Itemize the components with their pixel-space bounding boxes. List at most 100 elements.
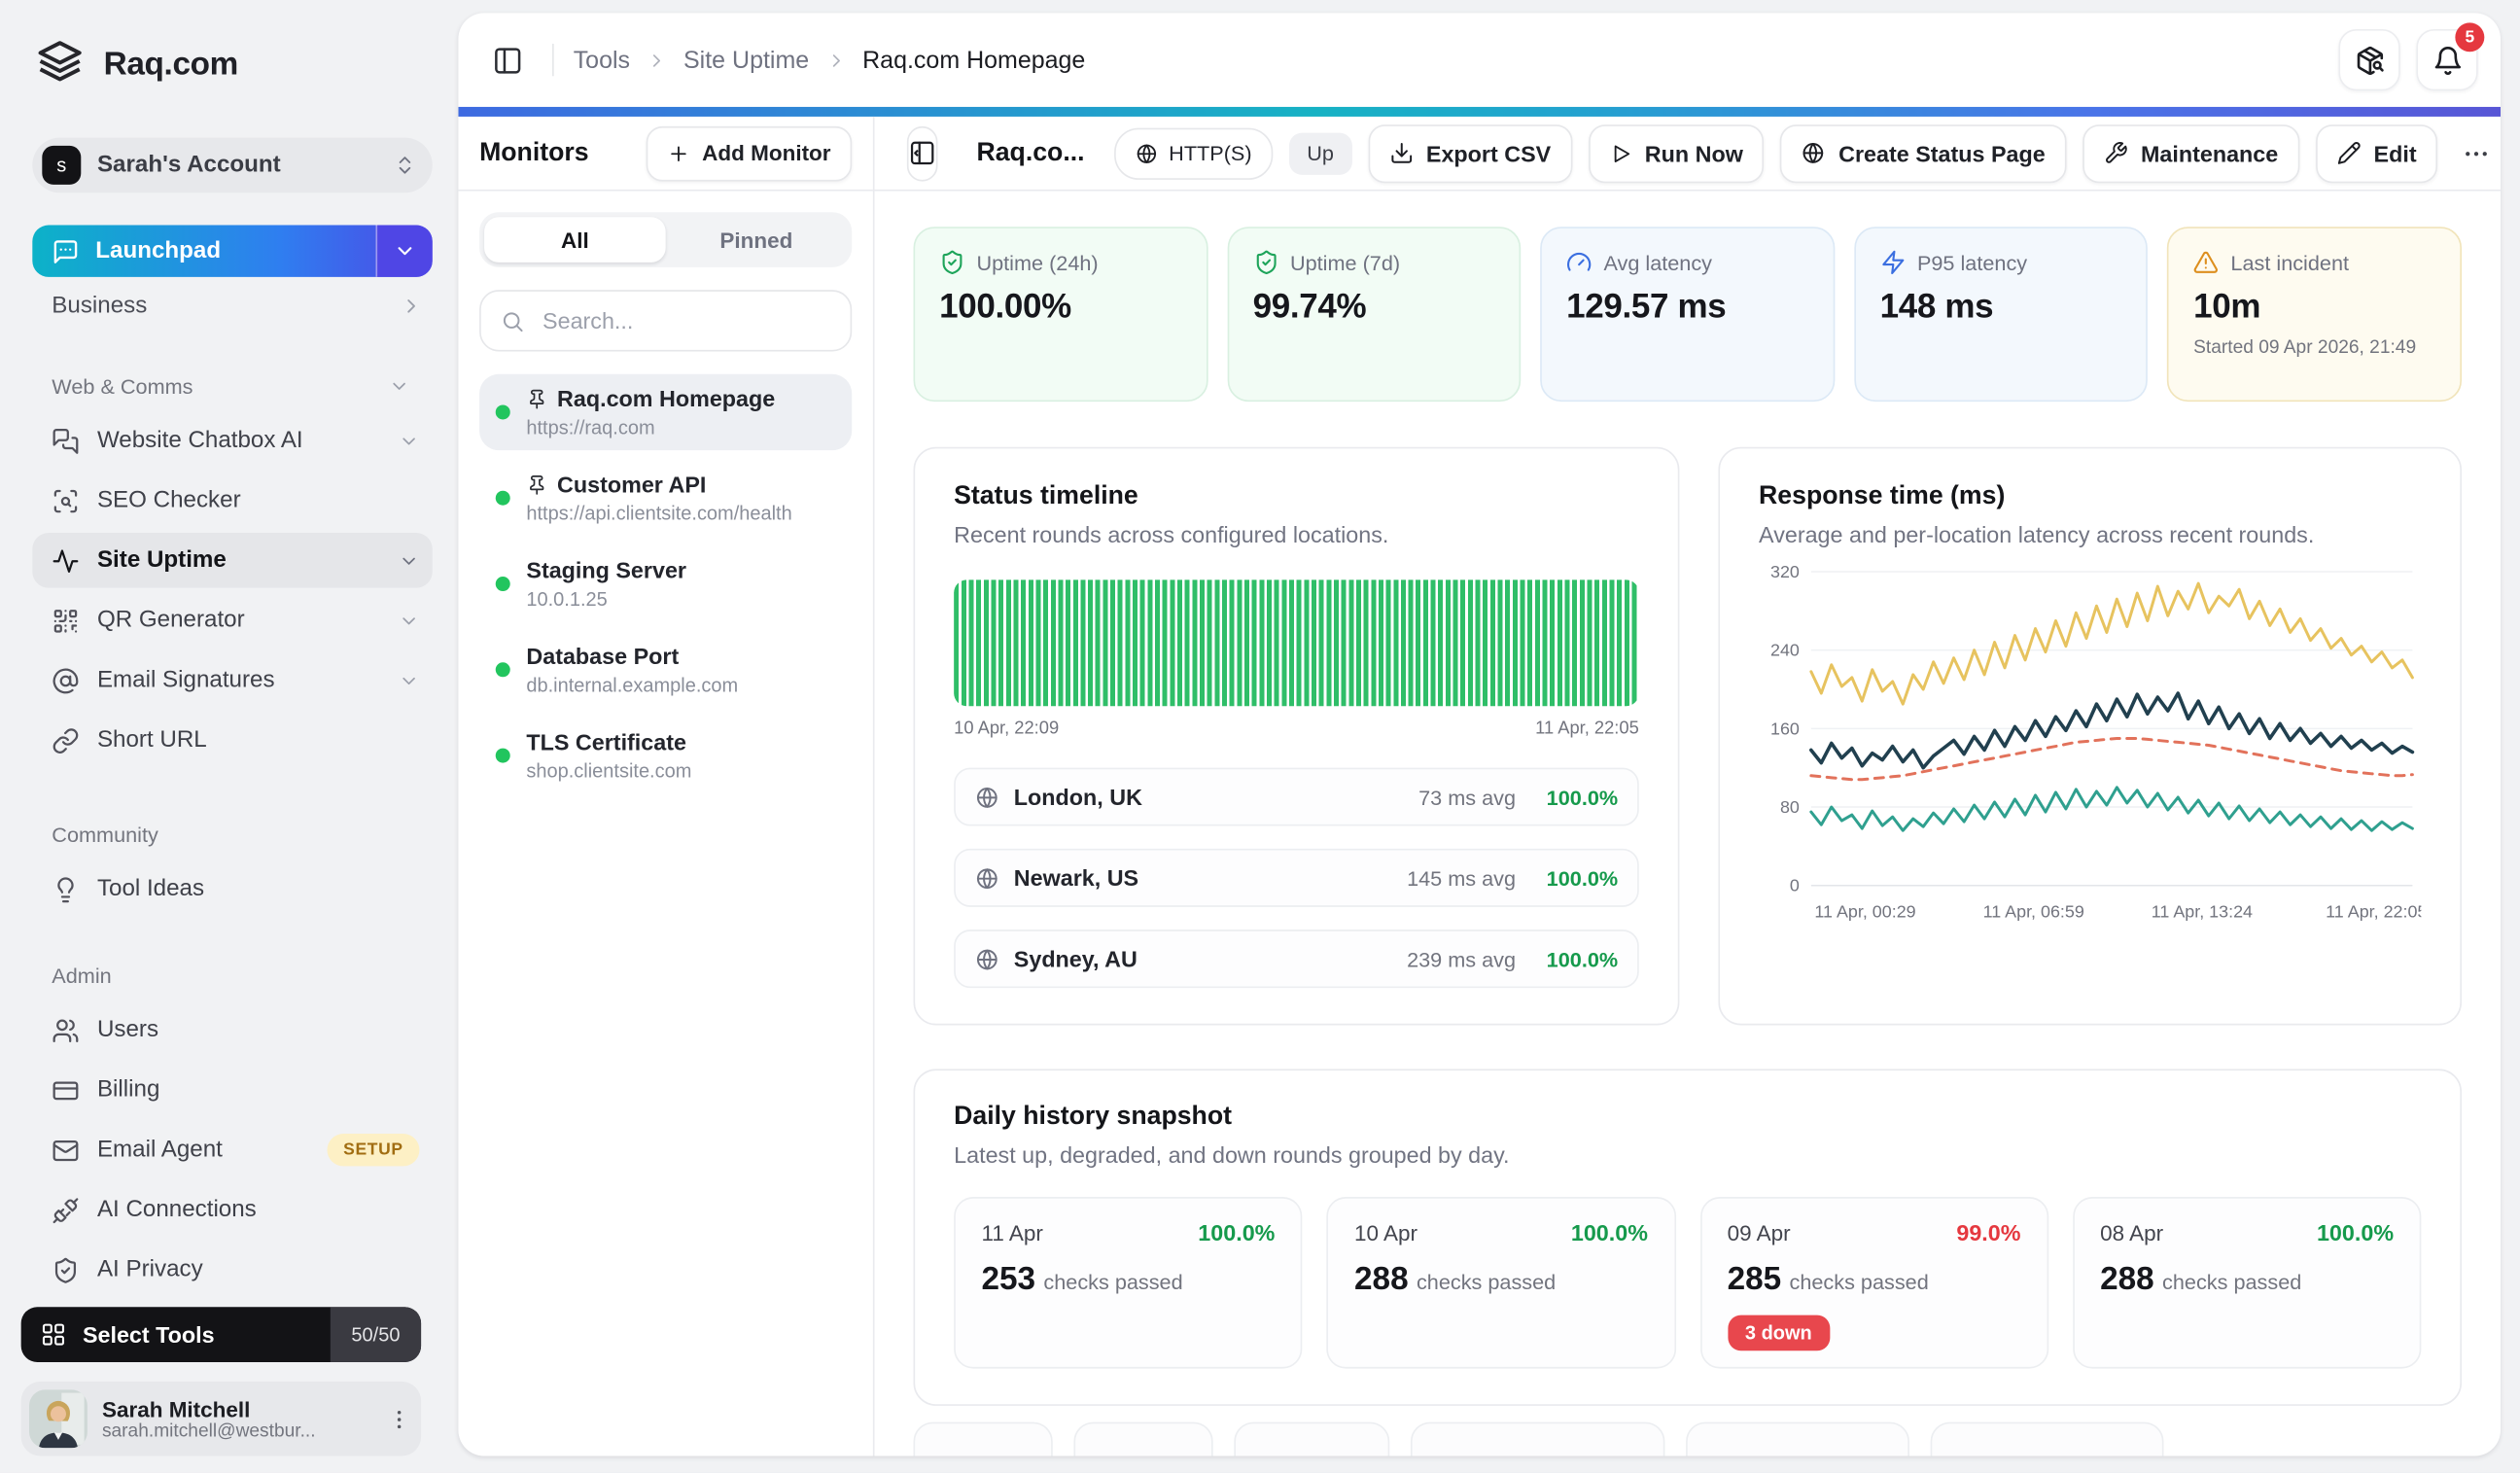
users-icon [52,1016,79,1043]
sidebar-item-email-signatures[interactable]: Email Signatures [32,652,432,708]
more-vertical-icon[interactable] [387,1407,411,1431]
edit-button[interactable]: Edit [2316,123,2438,182]
add-monitor-button[interactable]: Add Monitor [646,125,852,181]
clipped-card[interactable] [1686,1422,1909,1456]
launchpad-label: Launchpad [95,238,221,264]
location-row: Newark, US 145 ms avg 100.0% [954,849,1639,907]
card-title: Response time (ms) [1759,482,2421,511]
location-name: London, UK [1014,784,1404,810]
section-admin: Admin [52,964,432,988]
tab-all[interactable]: All [484,217,666,263]
chevron-down-icon [399,610,420,631]
sidebar-toggle-button[interactable] [481,34,533,86]
export-csv-button[interactable]: Export CSV [1368,123,1572,182]
monitor-url: 10.0.1.25 [526,588,686,611]
svg-text:11 Apr, 00:29: 11 Apr, 00:29 [1814,902,1915,922]
monitor-item[interactable]: Customer API https://api.clientsite.com/… [479,460,852,536]
day-checks: 253 [981,1262,1035,1298]
monitor-name: Staging Server [526,557,686,583]
location-row: Sydney, AU 239 ms avg 100.0% [954,929,1639,988]
sidebar-item-seo-checker[interactable]: SEO Checker [32,473,432,528]
timeline-end-label: 11 Apr, 22:05 [1535,719,1639,739]
breadcrumb-tools[interactable]: Tools [574,46,630,73]
clipped-card[interactable] [1411,1422,1665,1456]
globe-icon [1135,142,1157,164]
user-menu[interactable]: Sarah Mitchell sarah.mitchell@westbur... [21,1382,421,1456]
sidebar-item-ai-connections[interactable]: AI Connections [32,1182,432,1238]
sidebar-item-billing[interactable]: Billing [32,1063,432,1118]
monitor-tabs: All Pinned [479,212,852,267]
select-tools-label: Select Tools [83,1321,215,1348]
maintenance-button[interactable]: Maintenance [2082,123,2299,182]
launchpad-expand-button[interactable] [375,226,432,277]
shield-check-icon [52,1256,79,1283]
create-status-page-button[interactable]: Create Status Page [1780,123,2066,182]
location-uptime: 100.0% [1547,947,1618,971]
monitor-item[interactable]: Staging Server 10.0.1.25 [479,545,852,621]
activity-icon [52,546,79,574]
breadcrumb-site-uptime[interactable]: Site Uptime [683,46,809,73]
monitor-search[interactable] [479,290,852,351]
add-monitor-label: Add Monitor [702,141,830,165]
monitor-type-pill[interactable]: HTTP(S) [1114,127,1274,179]
card-subtitle: Recent rounds across configured location… [954,521,1639,547]
search-input[interactable] [540,306,839,335]
day-uptime: 100.0% [1571,1219,1648,1245]
clipped-card[interactable] [1073,1422,1212,1456]
monitor-url: shop.clientsite.com [526,759,691,782]
sidebar-item-short-url[interactable]: Short URL [32,713,432,768]
select-tools-button[interactable]: Select Tools 50/50 [21,1307,421,1362]
tab-pinned[interactable]: Pinned [666,217,848,263]
status-up-dot [496,577,510,591]
notifications-button[interactable]: 5 [2416,29,2477,90]
monitor-name: Raq.com Homepage [557,385,775,411]
sidebar-item-website-chatbox-ai[interactable]: Website Chatbox AI [32,413,432,469]
stats-row: Uptime (24h) 100.00% Uptime (7d) 99.74% [914,227,2463,402]
detail-toolbar: Raq.co... HTTP(S) Up Export CSV Ru [875,117,2501,192]
collapse-panel-button[interactable] [907,125,938,181]
monitor-detail: Raq.co... HTTP(S) Up Export CSV Ru [875,117,2501,1456]
chevron-down-icon [399,550,420,572]
stat-label: Avg latency [1603,250,1712,274]
day-checks-label: checks passed [1043,1270,1182,1294]
stat-label: P95 latency [1917,250,2027,274]
account-avatar: s [42,146,81,185]
avatar [29,1389,88,1448]
chevron-down-icon[interactable] [389,375,410,397]
sidebar-item-site-uptime[interactable]: Site Uptime [32,533,432,588]
monitor-item[interactable]: Raq.com Homepage https://raq.com [479,374,852,450]
section-web-comms: Web & Comms [52,374,432,399]
breadcrumb-current: Raq.com Homepage [862,46,1085,73]
run-now-button[interactable]: Run Now [1588,123,1764,182]
globe-icon [975,947,999,971]
svg-text:240: 240 [1770,641,1800,660]
response-time-card: Response time (ms) Average and per-locat… [1718,447,2462,1026]
card-subtitle: Average and per-location latency across … [1759,521,2421,547]
clipped-card[interactable] [914,1422,1053,1456]
sidebar-item-ai-privacy[interactable]: AI Privacy [32,1243,432,1298]
package-search-button[interactable] [2338,29,2399,90]
chat-icon [52,427,79,454]
stat-value: 148 ms [1880,289,2122,328]
monitor-item[interactable]: Database Port db.internal.example.com [479,632,852,708]
card-title: Status timeline [954,482,1639,511]
svg-text:160: 160 [1770,719,1800,738]
sidebar-item-users[interactable]: Users [32,1002,432,1058]
clipped-card[interactable] [1931,1422,2164,1456]
sidebar-item-business[interactable]: Business [32,282,432,331]
location-avg: 145 ms avg [1407,865,1516,890]
location-avg: 73 ms avg [1418,785,1516,809]
svg-text:80: 80 [1780,797,1800,817]
main-panel: Tools Site Uptime Raq.com Homepage 5 Mon… [458,13,2501,1455]
brand: Raq.com [32,36,432,94]
sidebar-item-tool-ideas[interactable]: Tool Ideas [32,861,432,917]
account-switcher[interactable]: s Sarah's Account [32,138,432,193]
launchpad-button[interactable]: Launchpad [32,226,432,277]
account-name: Sarah's Account [97,153,377,179]
monitor-item[interactable]: TLS Certificate shop.clientsite.com [479,718,852,793]
clipped-card[interactable] [1234,1422,1389,1456]
sidebar-item-qr-generator[interactable]: QR Generator [32,593,432,649]
more-actions-button[interactable] [2454,127,2500,179]
pencil-icon [2336,141,2361,165]
sidebar-item-email-agent[interactable]: Email Agent SETUP [32,1122,432,1177]
